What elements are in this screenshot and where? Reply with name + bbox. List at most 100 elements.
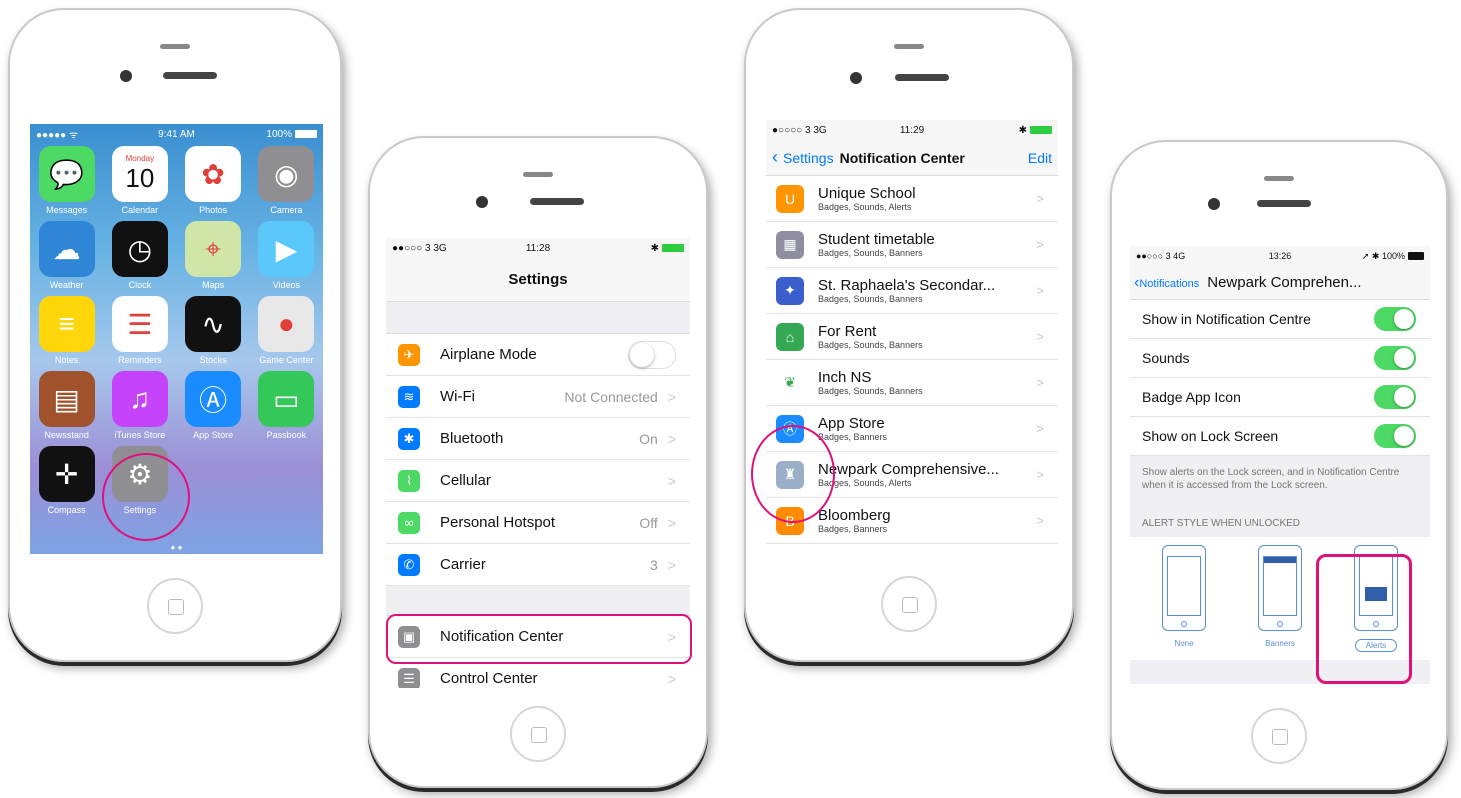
home-button[interactable]: [510, 706, 566, 762]
app-calendar[interactable]: Monday 10 Calendar: [103, 146, 176, 215]
alert-style-none[interactable]: None: [1162, 545, 1206, 652]
app-clock[interactable]: ◷ Clock: [103, 221, 176, 290]
chevron-right-icon: >: [1036, 329, 1044, 344]
app-maps[interactable]: ⌖ Maps: [177, 221, 250, 290]
status-bar: ●●●●● ᯤ 9:41 AM 100%: [30, 124, 323, 144]
app-label: Compass: [47, 505, 86, 515]
app-alert-types: Badges, Sounds, Alerts: [818, 478, 912, 488]
alert-style-header: ALERT STYLE WHEN UNLOCKED: [1130, 502, 1430, 537]
camera-icon-glyph: ◉: [274, 158, 299, 190]
notification-app-row[interactable]: U Unique School Badges, Sounds, Alerts >: [766, 176, 1058, 222]
section-gap: [386, 586, 690, 616]
videos-icon-glyph: ▶: [275, 233, 298, 265]
alerts-highlight: [1316, 554, 1412, 684]
chevron-right-icon: >: [1036, 191, 1044, 206]
photos-icon-glyph: ✿: [201, 158, 225, 190]
status-bar: ●○○○○ 3 3G 11:29 ✱: [766, 120, 1058, 140]
app-text: Inch NS Badges, Sounds, Banners: [818, 369, 1022, 396]
app-name: St. Raphaela's Secondar...: [818, 277, 996, 294]
cellular-icon: ⌇: [398, 469, 420, 492]
app-reminders[interactable]: ☰ Reminders: [103, 296, 176, 365]
settings-row-personal-hotspot[interactable]: ∞ Personal Hotspot Off >: [386, 502, 690, 544]
app-compass[interactable]: ✛ Compass: [30, 446, 103, 515]
notification-app-row[interactable]: ⌂ For Rent Badges, Sounds, Banners >: [766, 314, 1058, 360]
maps-icon-glyph: ⌖: [205, 232, 221, 264]
phone-speaker: [1264, 176, 1294, 181]
settings-row-cellular[interactable]: ⌇ Cellular >: [386, 460, 690, 502]
notification-app-row[interactable]: ❦ Inch NS Badges, Sounds, Banners >: [766, 360, 1058, 406]
notification-app-row[interactable]: ✦ St. Raphaela's Secondar... Badges, Sound…: [766, 268, 1058, 314]
earpiece: [163, 72, 217, 79]
earpiece: [895, 74, 949, 81]
app-label: Passbook: [266, 430, 307, 440]
app-alert-types: Badges, Sounds, Banners: [818, 386, 923, 396]
phone-notification-center: ●○○○○ 3 3G 11:29 ✱ ‹ Settings Notificati…: [744, 8, 1074, 662]
toggle-row: Badge App Icon: [1130, 378, 1430, 417]
back-button[interactable]: ‹Notifications: [1134, 274, 1199, 292]
notes-icon: ≡: [38, 296, 95, 352]
notes-icon-glyph: ≡: [58, 308, 75, 339]
phone-home-screen: ●●●●● ᯤ 9:41 AM 100% 💬 Messages Monday 10 Ca…: [8, 8, 342, 662]
row-label: Cellular: [440, 472, 491, 489]
settings-row-bluetooth[interactable]: ✱ Bluetooth On >: [386, 418, 690, 460]
app-store-icon-glyph: Ⓐ: [199, 385, 228, 416]
toggle-switch[interactable]: [1374, 307, 1416, 331]
app-name: Bloomberg: [818, 507, 891, 524]
chevron-right-icon: >: [1036, 513, 1044, 528]
airplane-toggle[interactable]: [628, 340, 676, 369]
settings-row-airplane-mode[interactable]: ✈ Airplane Mode: [386, 334, 690, 376]
app-label: Messages: [46, 205, 88, 215]
home-button[interactable]: [881, 576, 937, 632]
alert-style-label: Banners: [1265, 639, 1295, 648]
chevron-right-icon: >: [667, 472, 676, 489]
back-button[interactable]: ‹ Settings: [772, 147, 834, 168]
app-stocks[interactable]: ∿ Stocks: [177, 296, 250, 365]
toggle-switch[interactable]: [1374, 424, 1416, 448]
app-videos[interactable]: ▶ Videos: [250, 221, 323, 290]
chevron-right-icon: >: [1036, 467, 1044, 482]
passbook-icon: ▭: [258, 371, 315, 427]
toggle-switch[interactable]: [1374, 385, 1416, 409]
st-raphaelas-icon: ✦: [776, 276, 804, 305]
app-label: Camera: [270, 205, 303, 215]
app-label: Calendar: [121, 205, 159, 215]
toggle-switch[interactable]: [1374, 346, 1416, 370]
phone-speaker: [894, 44, 924, 49]
page-title: Notification Center: [839, 149, 965, 166]
clock-icon-glyph: ◷: [127, 233, 153, 265]
app-passbook[interactable]: ▭ Passbook: [250, 371, 323, 440]
chevron-right-icon: >: [1036, 375, 1044, 390]
app-weather[interactable]: ☁ Weather: [30, 221, 103, 290]
app-text: St. Raphaela's Secondar... Badges, Sounds…: [818, 277, 1022, 304]
home-button[interactable]: [147, 578, 203, 634]
section-gap: [386, 302, 690, 334]
app-text: Newpark Comprehensive... Badges, Sounds, …: [818, 461, 1022, 488]
home-button[interactable]: [1251, 708, 1307, 764]
toggle-label: Show in Notification Centre: [1142, 311, 1311, 327]
settings-row-wi-fi[interactable]: ≋ Wi-Fi Not Connected >: [386, 376, 690, 418]
newsstand-icon: ▤: [38, 371, 95, 427]
row-label: Personal Hotspot: [440, 514, 556, 531]
edit-button[interactable]: Edit: [1028, 150, 1052, 166]
app-itunes-store[interactable]: ♫ iTunes Store: [103, 371, 176, 440]
front-camera: [1208, 198, 1220, 210]
bluetooth-icon: ✱: [398, 427, 420, 450]
alert-style-banners[interactable]: Banners: [1258, 545, 1302, 652]
settings-row-carrier[interactable]: ✆ Carrier 3 >: [386, 544, 690, 586]
chevron-left-icon: ‹: [772, 147, 783, 167]
app-newsstand[interactable]: ▤ Newsstand: [30, 371, 103, 440]
app-camera[interactable]: ◉ Camera: [250, 146, 323, 215]
app-label: Newsstand: [44, 430, 89, 440]
control-center-icon: ☰: [398, 667, 420, 688]
phone-none-icon: [1162, 545, 1206, 631]
notification-app-row[interactable]: ▦ Student timetable Badges, Sounds, Banner…: [766, 222, 1058, 268]
phone-icon: ✆: [398, 553, 420, 576]
app-notes[interactable]: ≡ Notes: [30, 296, 103, 365]
app-app-store[interactable]: Ⓐ App Store: [177, 371, 250, 440]
front-camera: [476, 196, 488, 208]
app-game-center[interactable]: ● Game Center: [250, 296, 323, 365]
app-messages[interactable]: 💬 Messages: [30, 146, 103, 215]
page-dots: ● ●: [170, 543, 183, 552]
app-photos[interactable]: ✿ Photos: [177, 146, 250, 215]
phone-speaker: [523, 172, 553, 177]
